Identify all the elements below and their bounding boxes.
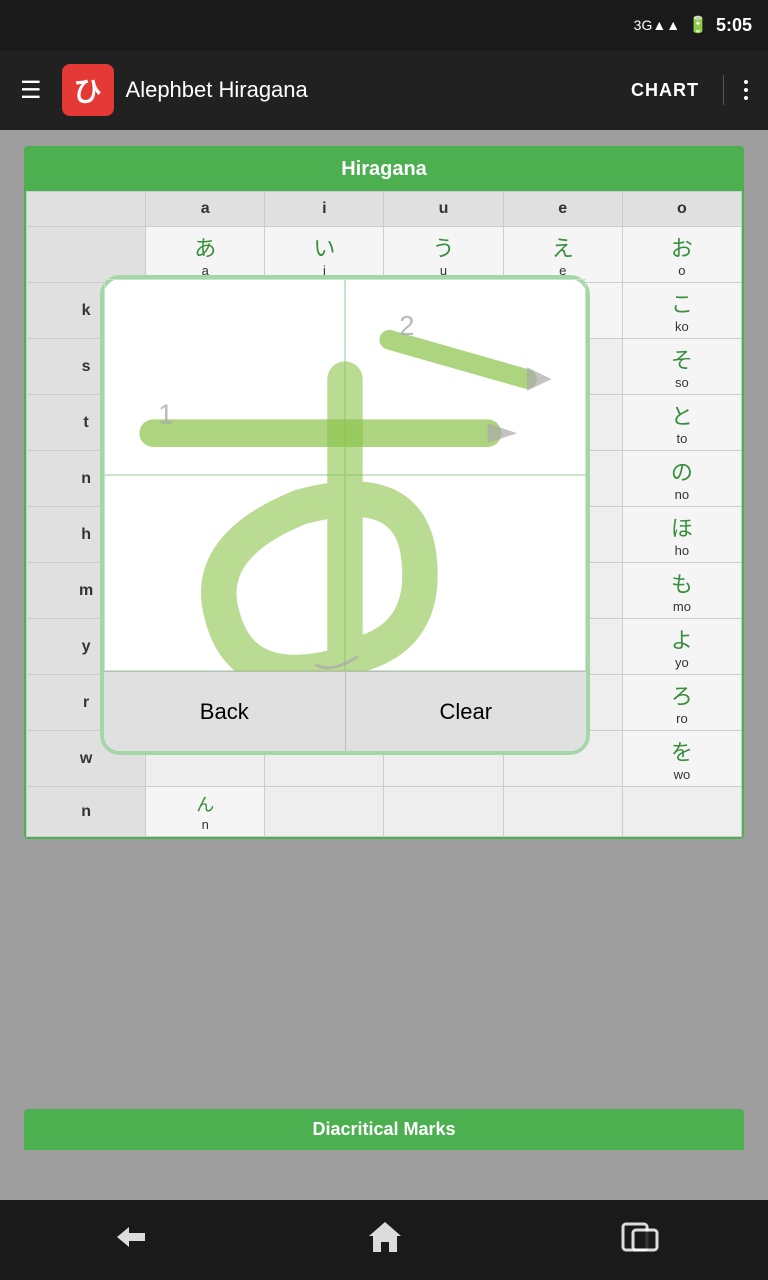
app-title: Alephbet Hiragana — [126, 77, 607, 103]
clear-button[interactable]: Clear — [346, 671, 587, 751]
col-header-empty — [27, 192, 146, 227]
cell-yo[interactable]: よyo — [622, 619, 741, 675]
stroke-canvas: 1 2 — [104, 279, 586, 671]
diacritical-marks-bar[interactable]: Diacritical Marks — [24, 1109, 744, 1150]
cell-ho[interactable]: ほho — [622, 507, 741, 563]
row-header-n2: n — [27, 787, 146, 837]
cell-ro[interactable]: ろro — [622, 675, 741, 731]
cell-o[interactable]: おo — [622, 227, 741, 283]
back-button[interactable]: Back — [104, 671, 346, 751]
menu-icon[interactable]: ☰ — [12, 68, 50, 113]
cell-wo[interactable]: をwo — [622, 731, 741, 787]
stroke-order-overlay: 1 2 Back Clear — [100, 275, 590, 755]
stroke-buttons: Back Clear — [104, 671, 586, 751]
time-display: 5:05 — [716, 15, 752, 36]
signal-icon: 3G▲▲ — [634, 17, 680, 33]
chart-button[interactable]: CHART — [619, 72, 711, 109]
cell-to[interactable]: とto — [622, 395, 741, 451]
svg-text:1: 1 — [158, 398, 173, 429]
col-header-u: u — [384, 192, 503, 227]
cell-no[interactable]: のno — [622, 451, 741, 507]
status-bar: 3G▲▲ 🔋 5:05 — [0, 0, 768, 50]
app-bar: ☰ ひ Alephbet Hiragana CHART — [0, 50, 768, 130]
table-row: n んn — [27, 787, 742, 837]
nav-bar — [0, 1200, 768, 1280]
chart-title: Hiragana — [26, 148, 742, 191]
col-header-o: o — [622, 192, 741, 227]
col-header-a: a — [146, 192, 265, 227]
cell-mo[interactable]: もmo — [622, 563, 741, 619]
svg-text:2: 2 — [399, 310, 414, 341]
cell-n[interactable]: んn — [146, 787, 265, 837]
recents-nav-icon[interactable] — [621, 1222, 659, 1259]
divider — [723, 75, 724, 105]
col-header-e: e — [503, 192, 622, 227]
diacritical-label: Diacritical Marks — [312, 1119, 455, 1139]
more-options-icon[interactable] — [736, 72, 756, 108]
col-header-i: i — [265, 192, 384, 227]
cell-ko[interactable]: こko — [622, 283, 741, 339]
home-nav-icon[interactable] — [367, 1220, 403, 1261]
stroke-grid: 1 2 — [104, 279, 586, 671]
main-content: Hiragana a i u e o あa いi うu — [0, 130, 768, 1230]
app-logo: ひ — [62, 64, 114, 116]
cell-so[interactable]: そso — [622, 339, 741, 395]
back-nav-icon[interactable] — [109, 1223, 149, 1258]
battery-icon: 🔋 — [688, 15, 708, 35]
